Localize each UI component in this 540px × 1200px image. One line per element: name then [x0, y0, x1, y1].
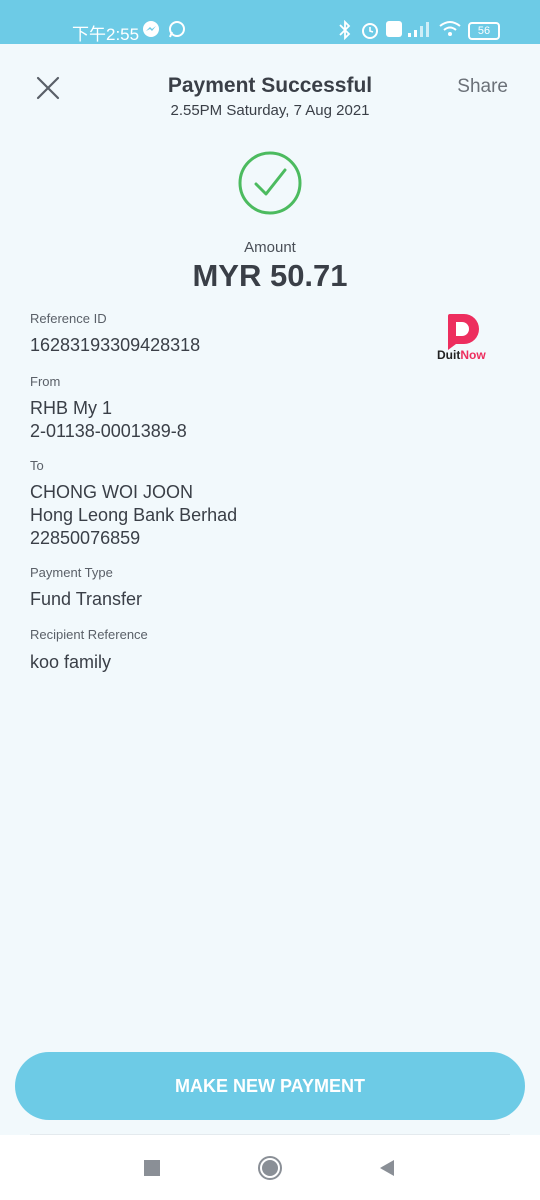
recipient-bank: Hong Leong Bank Berhad	[30, 505, 238, 525]
volte-icon	[386, 21, 402, 37]
make-new-payment-button[interactable]: MAKE NEW PAYMENT	[15, 1052, 525, 1120]
home-icon[interactable]	[257, 1155, 283, 1181]
share-button[interactable]: Share	[457, 76, 508, 98]
amount-value: MYR 50.71	[192, 258, 348, 293]
from-account-name: RHB My 1	[30, 398, 113, 418]
recipient-name: CHONG WOI JOON	[30, 482, 193, 502]
status-bar: 下午2:55 56	[0, 0, 540, 44]
recipient-reference-value: koo family	[30, 652, 112, 672]
to-label: To	[30, 458, 44, 473]
amount-label: Amount	[244, 239, 296, 256]
battery-icon: 56	[468, 22, 500, 40]
alarm-icon	[362, 23, 378, 39]
from-label: From	[30, 374, 61, 389]
bluetooth-icon	[339, 20, 351, 40]
duitnow-logo-text: DuitNow	[437, 348, 486, 362]
recipient-reference-label: Recipient Reference	[30, 627, 148, 642]
back-icon[interactable]	[378, 1159, 396, 1177]
recent-apps-icon[interactable]	[143, 1159, 161, 1177]
from-account-number: 2-01138-0001389-8	[30, 421, 187, 441]
payment-type-value: Fund Transfer	[30, 589, 143, 609]
status-time: 下午2:55	[72, 25, 140, 44]
messenger-icon	[143, 21, 159, 37]
success-check-icon	[238, 151, 302, 215]
wifi-icon	[439, 21, 461, 36]
payment-type-label: Payment Type	[30, 565, 113, 580]
battery-level: 56	[477, 25, 491, 37]
signal-icon	[408, 22, 429, 37]
whatsapp-icon	[169, 21, 185, 38]
transaction-datetime: 2.55PM Saturday, 7 Aug 2021	[170, 102, 370, 119]
recipient-account-number: 22850076859	[30, 528, 141, 548]
reference-id-value: 16283193309428318	[30, 335, 201, 355]
system-nav-bar	[0, 1135, 540, 1200]
reference-id-label: Reference ID	[30, 311, 107, 326]
